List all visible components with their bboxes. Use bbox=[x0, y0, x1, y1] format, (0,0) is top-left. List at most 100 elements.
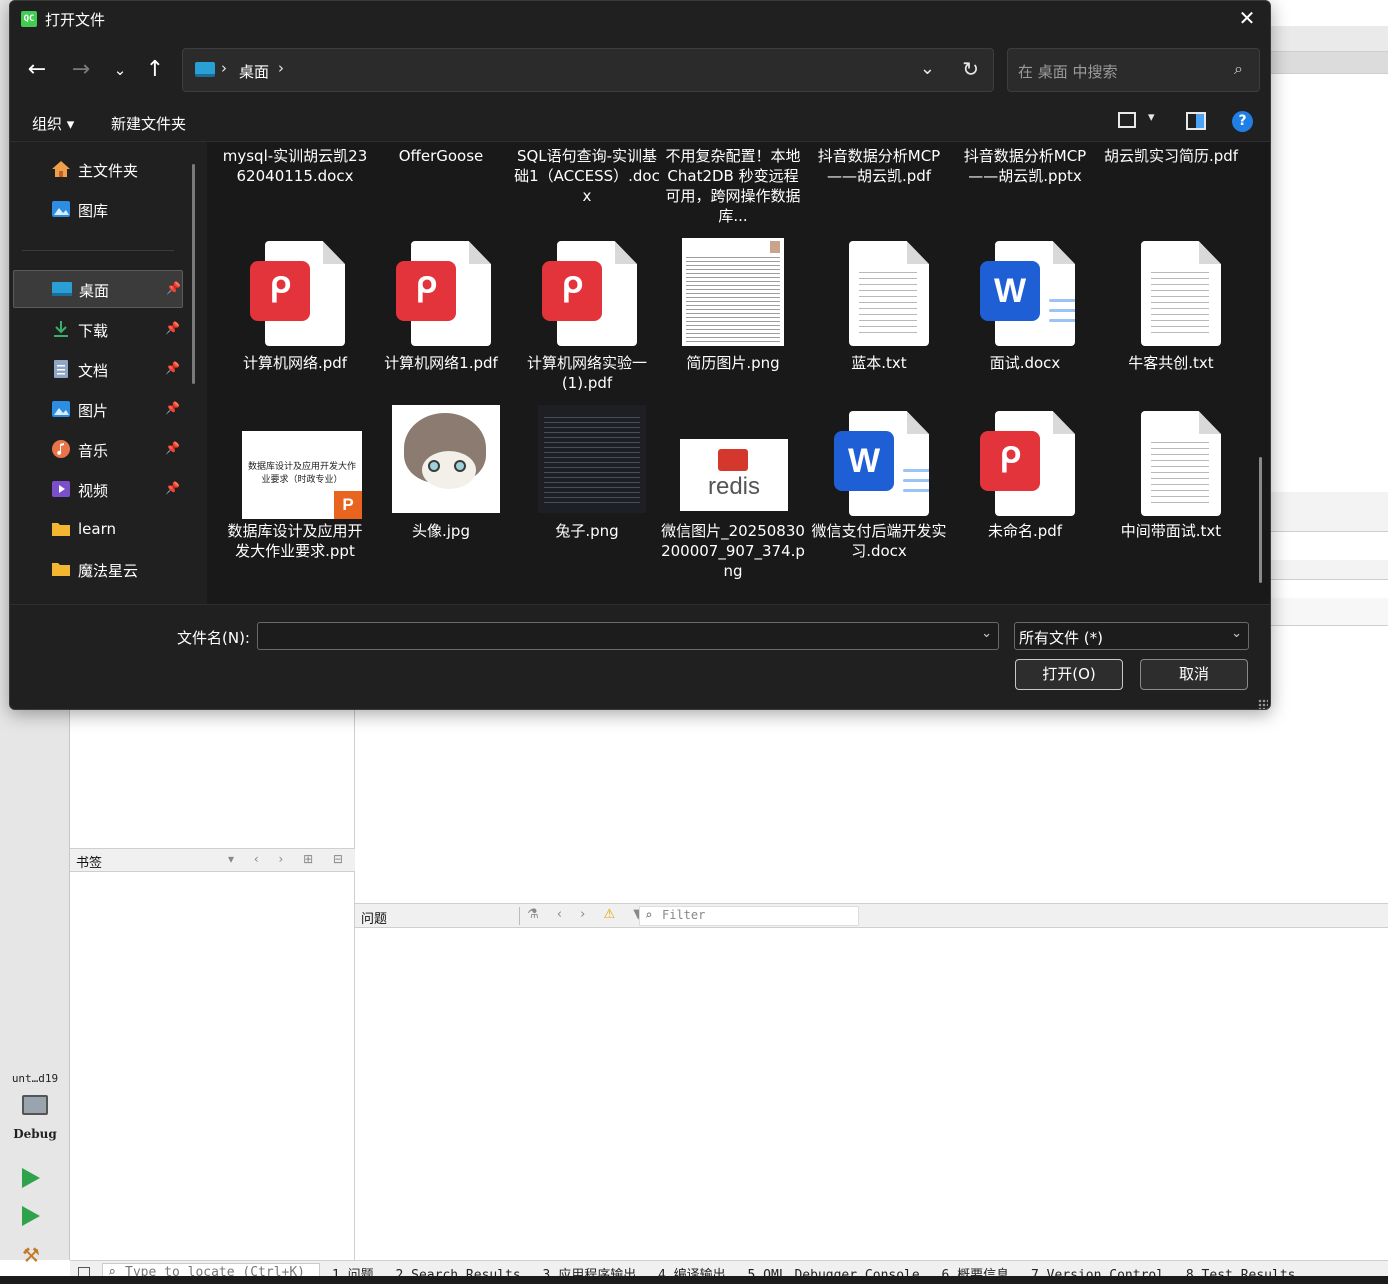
chevron-down-icon[interactable]: ⌄ bbox=[981, 626, 992, 641]
refresh-icon[interactable]: ↻ bbox=[962, 57, 979, 81]
text-lines bbox=[1151, 267, 1209, 337]
hammer-icon: ⚒ bbox=[22, 1243, 40, 1267]
pdf-file-icon: ᑭ bbox=[386, 239, 496, 349]
search-icon: ⌕ bbox=[645, 908, 653, 922]
file-name: 抖音数据分析MCP——胡云凯.pdf bbox=[817, 147, 941, 185]
sidebar-item-label: 桌面 bbox=[79, 282, 110, 300]
pin-icon[interactable]: 📌 bbox=[165, 361, 180, 375]
preview-pane-icon[interactable] bbox=[1186, 112, 1206, 130]
forward-button[interactable]: → bbox=[66, 56, 96, 86]
photo bbox=[770, 241, 780, 253]
issues-filter-input[interactable]: ⌕ Filter bbox=[639, 906, 859, 926]
file-name: 中间带面试.txt bbox=[1120, 522, 1222, 540]
address-bar[interactable]: › 桌面 › ⌄ ↻ bbox=[182, 48, 994, 92]
new-folder-button[interactable]: 新建文件夹 bbox=[111, 113, 186, 134]
debug-run-button[interactable] bbox=[22, 1206, 46, 1230]
dialog-footer: 文件名(N): ⌄ 所有文件 (*) ⌄ 打开(O) 取消 bbox=[10, 604, 1270, 709]
pdf-file-icon: ᑭ bbox=[240, 239, 350, 349]
folder-icon bbox=[51, 560, 71, 578]
file-name: SQL语句查询-实训基础1（ACCESS）.docx bbox=[514, 147, 660, 205]
avatar-preview bbox=[392, 405, 500, 513]
pin-icon[interactable]: 📌 bbox=[165, 441, 180, 455]
help-icon[interactable]: ? bbox=[1232, 111, 1253, 132]
pin-icon[interactable]: 📌 bbox=[165, 401, 180, 415]
sidebar-item-label: 音乐 bbox=[78, 442, 109, 460]
sidebar-item-mofaxingyun[interactable]: 魔法星云 bbox=[13, 551, 183, 589]
dialog-titlebar[interactable]: QC 打开文件 ✕ bbox=[10, 1, 1270, 38]
sidebar-item-downloads[interactable]: 下载 📌 bbox=[13, 311, 183, 349]
filetype-select[interactable]: 所有文件 (*) ⌄ bbox=[1014, 622, 1249, 650]
search-input[interactable]: 在 桌面 中搜索 ⌕ bbox=[1007, 48, 1260, 92]
desktop-icon bbox=[195, 62, 215, 77]
close-button[interactable]: ✕ bbox=[1224, 1, 1270, 38]
sidebar-item-label: 文档 bbox=[78, 362, 109, 380]
line bbox=[1049, 309, 1075, 312]
pdf-badge-icon: ᑭ bbox=[250, 261, 310, 321]
view-mode-icon[interactable] bbox=[1118, 112, 1136, 128]
issues-title: 问题 bbox=[361, 912, 388, 927]
sidebar-item-partial[interactable] bbox=[13, 594, 183, 604]
sidebar-item-documents[interactable]: 文档 📌 bbox=[13, 351, 183, 389]
recent-locations-button[interactable]: ⌄ bbox=[105, 56, 135, 86]
gallery-icon bbox=[51, 200, 71, 218]
pin-icon[interactable]: 📌 bbox=[166, 281, 181, 295]
word-badge-icon: W bbox=[834, 431, 894, 491]
text-lines bbox=[686, 254, 780, 342]
sidebar-item-learn[interactable]: learn bbox=[13, 511, 183, 549]
file-list-view: mysql-实训胡云凯2362040115.docx OfferGoose SQ… bbox=[207, 142, 1270, 604]
pin-icon[interactable]: 📌 bbox=[165, 321, 180, 335]
up-button[interactable]: ↑ bbox=[140, 56, 170, 86]
filetype-value: 所有文件 (*) bbox=[1019, 629, 1103, 647]
path-separator[interactable]: › bbox=[278, 59, 284, 77]
chevron-down-icon[interactable]: ▾ bbox=[1148, 110, 1155, 125]
issues-tool-icons[interactable]: ⚗ ‹ › ⚠ ▼ bbox=[527, 907, 650, 922]
kit-selector[interactable]: unt…d19 Debug bbox=[0, 1072, 70, 1141]
qt-creator-icon: QC bbox=[21, 11, 37, 27]
cancel-button[interactable]: 取消 bbox=[1140, 659, 1248, 690]
back-button[interactable]: ← bbox=[22, 56, 52, 86]
file-name: 牛客共创.txt bbox=[1128, 354, 1214, 372]
line bbox=[903, 489, 929, 492]
sidebar-item-pictures[interactable]: 图片 📌 bbox=[13, 391, 183, 429]
pdf-file-icon: ᑭ bbox=[970, 409, 1080, 519]
navigation-pane: 主文件夹 图库 桌面 📌 下载 📌 文档 📌 图片 📌 音乐 📌 视频 📌 le… bbox=[10, 142, 206, 604]
text-lines bbox=[859, 267, 917, 337]
sidebar-item-desktop[interactable]: 桌面 📌 bbox=[13, 270, 183, 308]
divider bbox=[22, 250, 174, 251]
code-screenshot-preview bbox=[538, 405, 646, 513]
run-button[interactable] bbox=[22, 1168, 46, 1192]
sidebar-item-label: 下载 bbox=[78, 322, 109, 340]
pdf-badge-icon: ᑭ bbox=[980, 431, 1040, 491]
file-name: 不用复杂配置！本地 Chat2DB 秒变远程可用，跨网操作数据库... bbox=[665, 147, 801, 225]
videos-icon bbox=[51, 480, 71, 498]
filename-input[interactable]: ⌄ bbox=[257, 622, 999, 650]
path-segment-desktop[interactable]: 桌面 bbox=[239, 61, 269, 82]
sidebar-item-home[interactable]: 主文件夹 bbox=[13, 151, 183, 189]
organize-menu[interactable]: 组织 ▾ bbox=[32, 113, 74, 134]
pdf-badge-icon: ᑭ bbox=[396, 261, 456, 321]
word-badge-icon: W bbox=[980, 261, 1040, 321]
open-button[interactable]: 打开(O) bbox=[1015, 659, 1123, 690]
build-button[interactable]: ⚒ bbox=[22, 1243, 46, 1267]
chevron-down-icon[interactable]: ⌄ bbox=[920, 58, 935, 79]
documents-icon bbox=[51, 360, 71, 378]
monitor-icon bbox=[22, 1095, 48, 1115]
file-name: 数据库设计及应用开发大作业要求.ppt bbox=[227, 522, 363, 560]
text-file-icon bbox=[1116, 239, 1226, 349]
warning-icon[interactable]: ⚠ bbox=[603, 907, 622, 922]
path-separator[interactable]: › bbox=[221, 59, 227, 77]
image-thumbnail: redis bbox=[680, 405, 808, 515]
divider bbox=[519, 907, 520, 925]
bookmarks-tools[interactable]: ▾ ‹ › ⊞ ⊟ bbox=[228, 852, 351, 866]
file-list-scrollbar[interactable] bbox=[1259, 457, 1262, 583]
editor-panel-header bbox=[1271, 492, 1388, 532]
sidebar-item-music[interactable]: 音乐 📌 bbox=[13, 431, 183, 469]
navigation-scrollbar[interactable] bbox=[192, 164, 195, 384]
pin-icon[interactable]: 📌 bbox=[165, 481, 180, 495]
sidebar-item-videos[interactable]: 视频 📌 bbox=[13, 471, 183, 509]
sidebar-item-gallery[interactable]: 图库 bbox=[13, 191, 183, 229]
word-file-icon: W bbox=[970, 239, 1080, 349]
text-lines bbox=[1151, 437, 1209, 507]
command-bar: 组织 ▾ 新建文件夹 ▾ ? bbox=[10, 102, 1270, 142]
resize-grip[interactable] bbox=[1258, 699, 1268, 709]
